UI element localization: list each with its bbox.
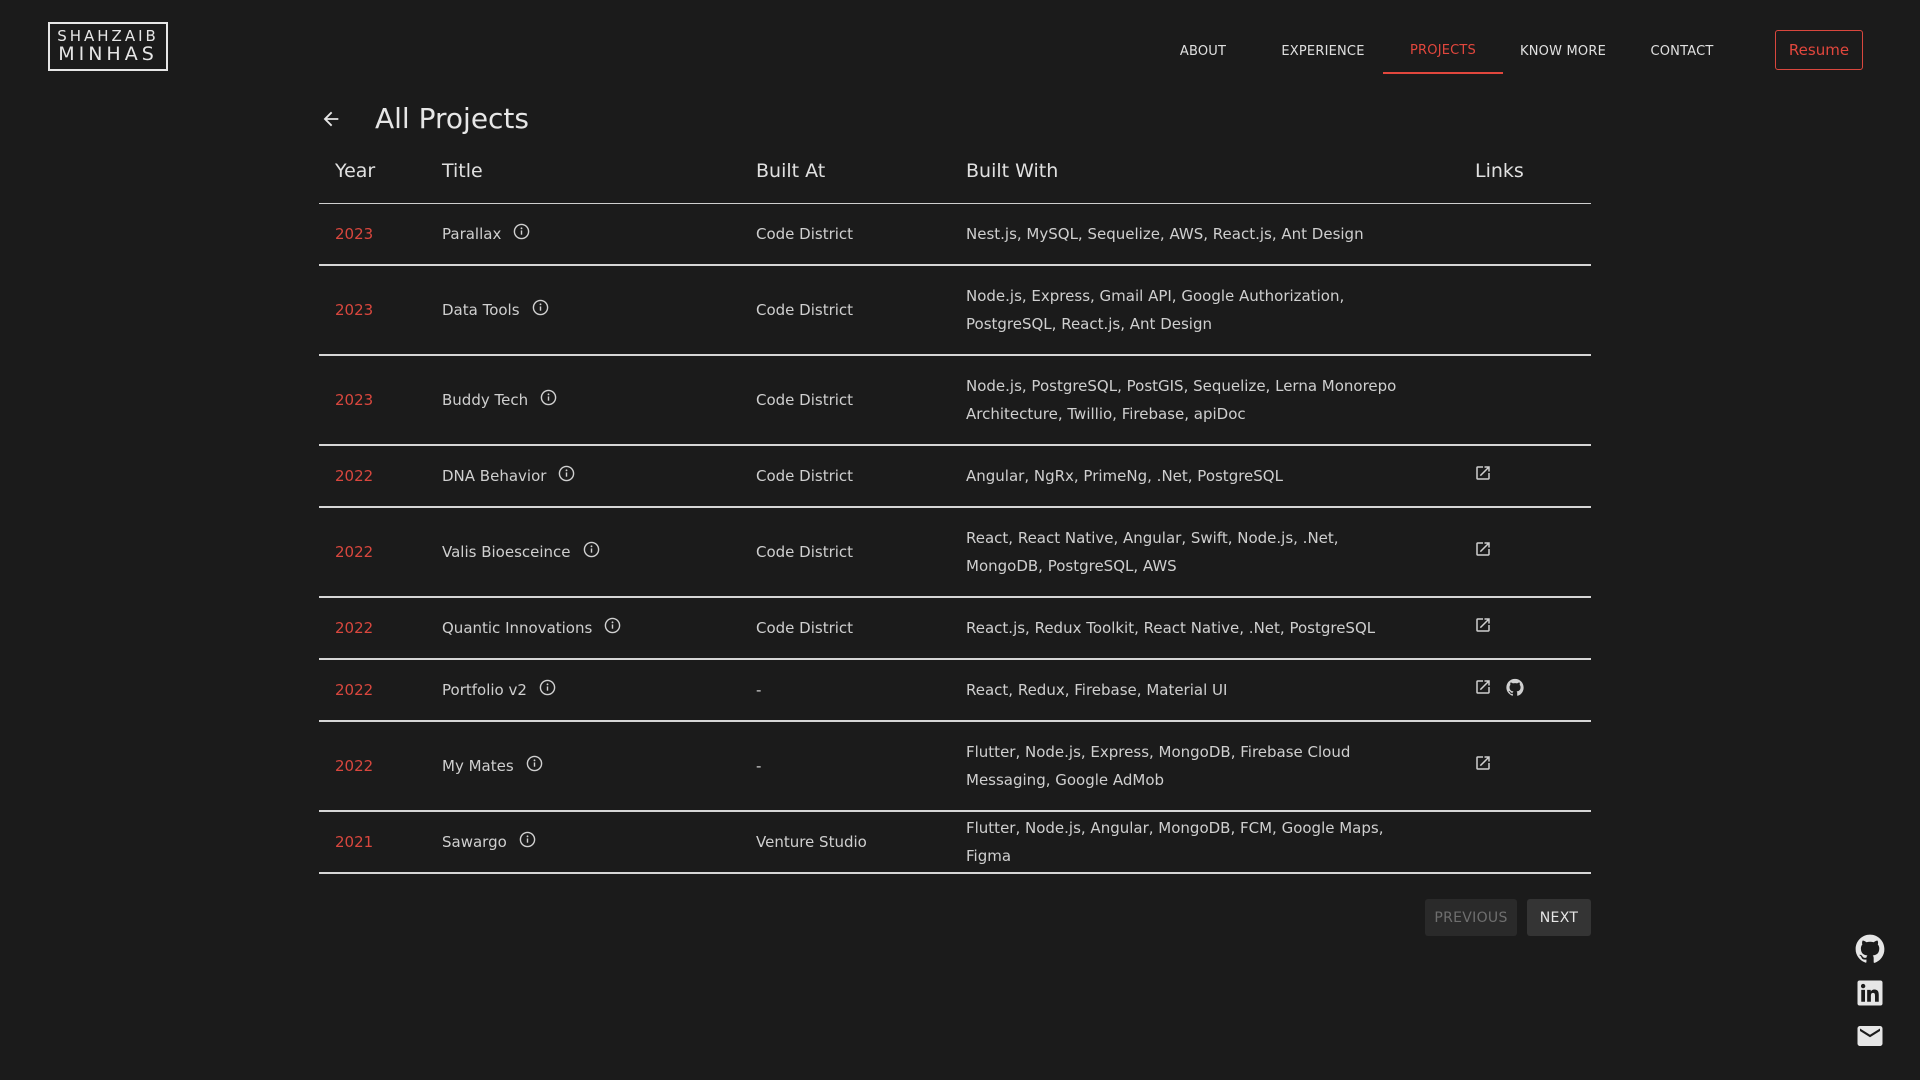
nav-projects[interactable]: PROJECTS (1383, 28, 1503, 74)
previous-button[interactable]: PREVIOUS (1425, 899, 1517, 936)
nav-know-more[interactable]: KNOW MORE (1518, 28, 1608, 74)
row-links (1474, 464, 1506, 485)
row-title-text: Valis Bioesceince (442, 543, 571, 561)
row-title: Parallax (442, 223, 530, 243)
external-link-icon[interactable] (1474, 540, 1492, 558)
external-link-icon[interactable] (1474, 464, 1492, 482)
page-title: All Projects (375, 102, 529, 135)
row-year: 2023 (335, 301, 374, 319)
row-year: 2022 (335, 681, 374, 699)
header-built-with: Built With (966, 160, 1059, 182)
back-arrow-icon[interactable] (320, 108, 342, 130)
row-built-with: Node.js, Express, Gmail API, Google Auth… (966, 287, 1345, 333)
row-title-text: Parallax (442, 225, 502, 243)
row-title: Portfolio v2 (442, 679, 556, 699)
row-title: Quantic Innovations (442, 617, 621, 637)
row-built-at: - (756, 757, 762, 775)
info-icon[interactable] (539, 679, 556, 696)
info-icon[interactable] (604, 617, 621, 634)
info-icon[interactable] (532, 299, 549, 316)
row-title: Sawargo (442, 831, 536, 851)
row-links (1474, 616, 1506, 637)
table-row: 2022 Portfolio v2 - React, Redux, Firebase,… (319, 660, 1591, 722)
row-built-with: React.js, Redux Toolkit, React Native, .… (966, 619, 1376, 637)
next-button[interactable]: NEXT (1527, 899, 1591, 936)
row-year: 2023 (335, 225, 374, 243)
row-built-with: React, React Native, Angular, Swift, Nod… (966, 529, 1339, 575)
row-built-at: Venture Studio (756, 833, 867, 851)
row-built-with: Flutter, Node.js, Angular, MongoDB, FCM,… (966, 819, 1384, 865)
table-row: 2022 Valis Bioesceince Code District React,… (319, 508, 1591, 598)
info-icon[interactable] (513, 223, 530, 240)
row-built-at: - (756, 681, 762, 699)
table-row: 2022 My Mates - Flutter, Node.js, Express, … (319, 722, 1591, 812)
header-title: Title (442, 160, 483, 182)
row-title: My Mates (442, 755, 543, 775)
row-title-text: My Mates (442, 757, 514, 775)
table-row: 2023 Parallax Code District Nest.js, MySQL,… (319, 204, 1591, 266)
github-icon[interactable] (1506, 678, 1524, 696)
row-built-at: Code District (756, 619, 854, 637)
row-built-at: Code District (756, 225, 854, 243)
table-body: 2023 Parallax Code District Nest.js, MySQL,… (319, 204, 1591, 874)
row-year: 2022 (335, 543, 374, 561)
row-built-at: Code District (756, 467, 854, 485)
header-year: Year (335, 160, 376, 182)
nav-experience[interactable]: EXPERIENCE (1277, 28, 1369, 74)
row-title-text: Data Tools (442, 301, 520, 319)
row-links (1474, 540, 1506, 561)
table-header: Year Title Built At Built With Links (319, 150, 1591, 204)
top-navigation: ABOUT EXPERIENCE PROJECTS KNOW MORE CONT… (0, 0, 1920, 90)
row-built-with: Nest.js, MySQL, Sequelize, AWS, React.js… (966, 225, 1364, 243)
row-year: 2023 (335, 391, 374, 409)
table-row: 2023 Buddy Tech Code District Node.js, Post… (319, 356, 1591, 446)
header-links: Links (1475, 160, 1524, 182)
row-built-with: React, Redux, Firebase, Material UI (966, 681, 1228, 699)
nav-contact[interactable]: CONTACT (1647, 28, 1717, 74)
row-built-with: Node.js, PostgreSQL, PostGIS, Sequelize,… (966, 377, 1397, 423)
row-title-text: Portfolio v2 (442, 681, 527, 699)
nav-about[interactable]: ABOUT (1168, 28, 1238, 74)
row-built-at: Code District (756, 543, 854, 561)
row-title: Data Tools (442, 299, 549, 319)
linkedin-icon[interactable] (1855, 978, 1885, 1008)
external-link-icon[interactable] (1474, 616, 1492, 634)
row-year: 2022 (335, 619, 374, 637)
info-icon[interactable] (540, 389, 557, 406)
github-icon[interactable] (1855, 934, 1885, 964)
info-icon[interactable] (519, 831, 536, 848)
row-year: 2022 (335, 757, 374, 775)
row-built-with: Angular, NgRx, PrimeNg, .Net, PostgreSQL (966, 467, 1283, 485)
row-links (1474, 678, 1538, 699)
external-link-icon[interactable] (1474, 678, 1492, 696)
table-row: 2023 Data Tools Code District Node.js, Expr… (319, 266, 1591, 356)
info-icon[interactable] (583, 541, 600, 558)
row-title: Valis Bioesceince (442, 541, 600, 561)
header-built-at: Built At (756, 160, 826, 182)
row-title-text: Buddy Tech (442, 391, 529, 409)
row-year: 2021 (335, 833, 374, 851)
row-built-at: Code District (756, 391, 854, 409)
row-links (1474, 754, 1506, 775)
external-link-icon[interactable] (1474, 754, 1492, 772)
info-icon[interactable] (526, 755, 543, 772)
row-title-text: Sawargo (442, 833, 507, 851)
mail-icon[interactable] (1855, 1021, 1885, 1051)
row-year: 2022 (335, 467, 374, 485)
row-built-with: Flutter, Node.js, Express, MongoDB, Fire… (966, 743, 1351, 789)
resume-button[interactable]: Resume (1775, 30, 1863, 70)
info-icon[interactable] (558, 465, 575, 482)
projects-table: Year Title Built At Built With Links 202… (319, 150, 1591, 874)
row-title: DNA Behavior (442, 465, 575, 485)
table-row: 2021 Sawargo Venture Studio Flutter, Node.j… (319, 812, 1591, 874)
row-built-at: Code District (756, 301, 854, 319)
table-row: 2022 Quantic Innovations Code District Reac… (319, 598, 1591, 660)
row-title-text: DNA Behavior (442, 467, 547, 485)
row-title: Buddy Tech (442, 389, 557, 409)
table-row: 2022 DNA Behavior Code District Angular, Ng… (319, 446, 1591, 508)
row-title-text: Quantic Innovations (442, 619, 593, 637)
